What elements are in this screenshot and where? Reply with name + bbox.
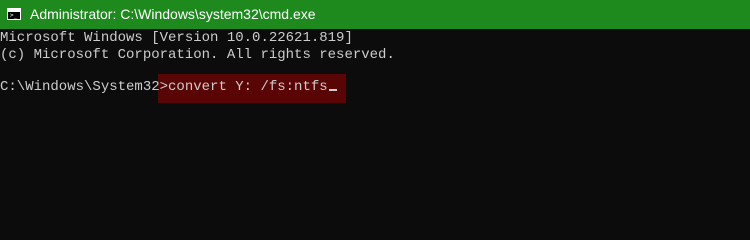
cmd-window: >_ Administrator: C:\Windows\system32\cm… [0, 0, 750, 216]
command-line[interactable]: C:\Windows\System32>convert Y: /fs:ntfs [0, 79, 337, 96]
version-line: Microsoft Windows [Version 10.0.22621.81… [0, 30, 353, 46]
text-cursor [328, 89, 337, 91]
window-title: Administrator: C:\Windows\system32\cmd.e… [30, 6, 316, 22]
cmd-console-icon[interactable]: >_ [7, 8, 21, 20]
prompt-path: C:\Windows\System32> [0, 79, 169, 95]
copyright-line: (c) Microsoft Corporation. All rights re… [0, 47, 395, 63]
title-bar[interactable]: >_ Administrator: C:\Windows\system32\cm… [0, 0, 750, 29]
console-output[interactable]: Microsoft Windows [Version 10.0.22621.81… [0, 29, 750, 216]
typed-command: convert Y: /fs:ntfs [168, 79, 328, 95]
icon-prompt-glyph: >_ [10, 12, 18, 19]
